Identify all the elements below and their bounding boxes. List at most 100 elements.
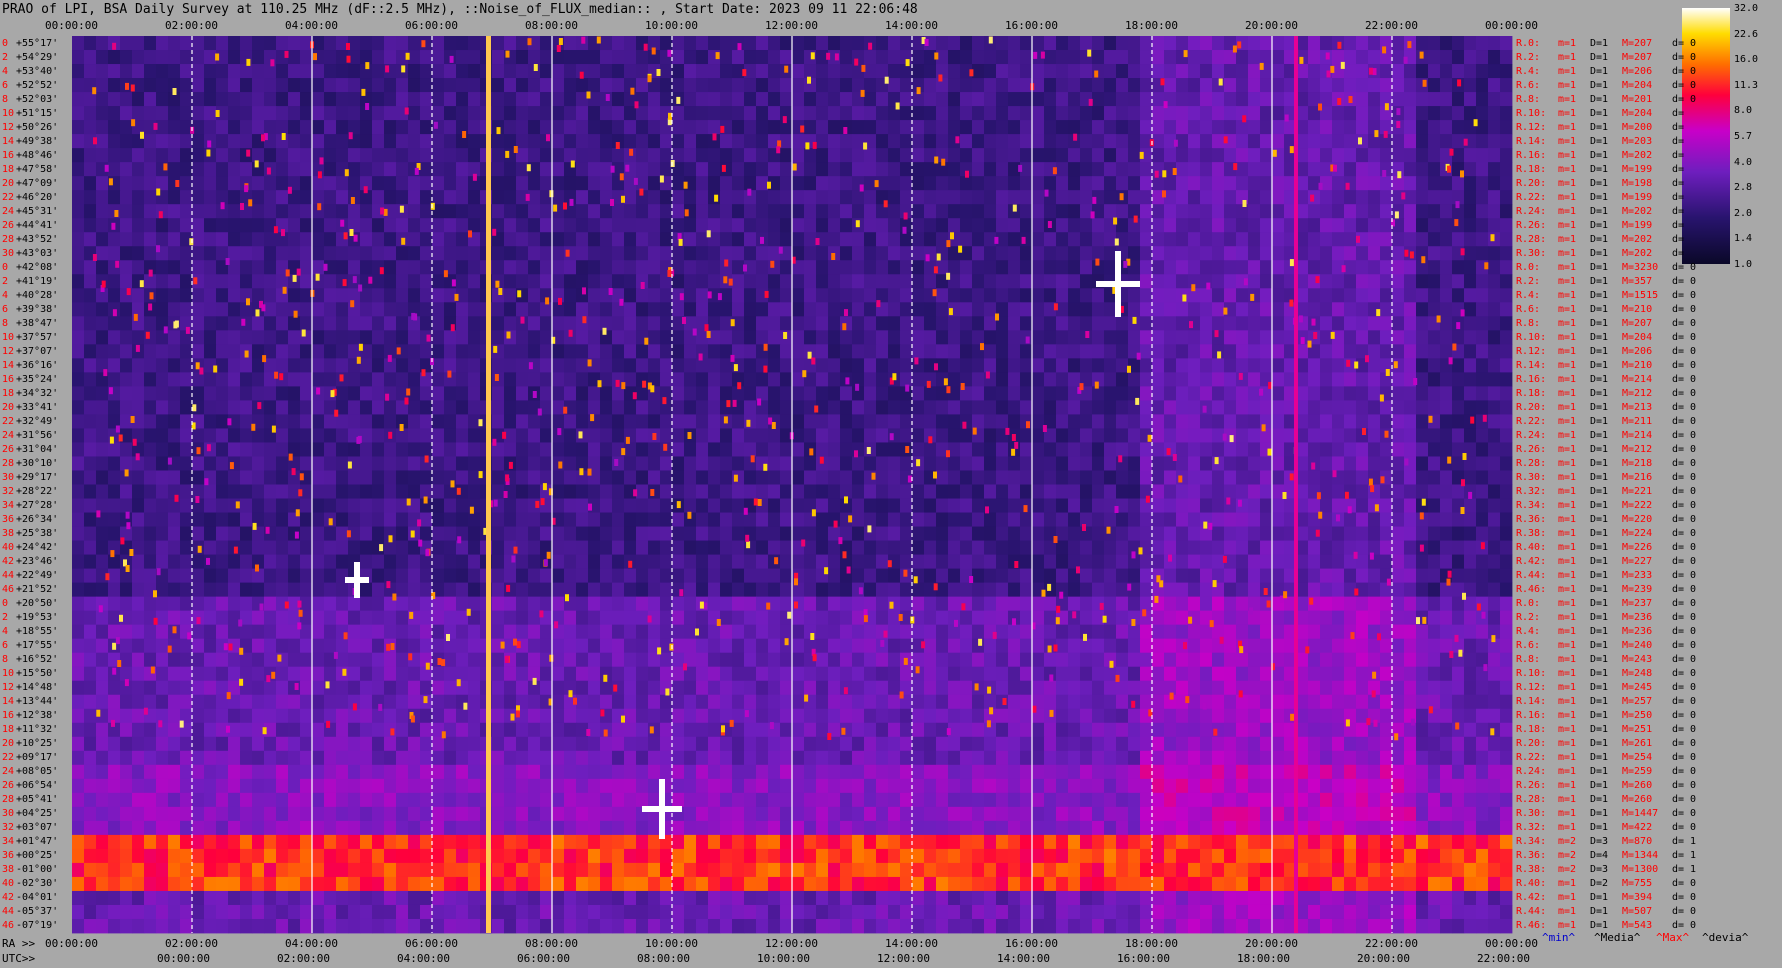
heatmap-cell (1404, 218, 1417, 233)
heatmap-cell (84, 344, 97, 359)
heatmap-cell (1188, 526, 1201, 541)
heatmap-cell (576, 162, 589, 177)
heatmap-cell (468, 484, 481, 499)
heatmap-cell (1404, 554, 1417, 569)
heatmap-cell (1500, 64, 1513, 79)
heatmap-cell (1140, 106, 1153, 121)
heatmap-cell (1044, 36, 1057, 51)
heatmap-cell (1212, 526, 1225, 541)
heatmap-cell (492, 246, 505, 261)
heatmap-cell (1080, 568, 1093, 584)
heatmap-cell (1044, 596, 1057, 612)
heatmap-cell (1188, 50, 1201, 65)
heatmap-cell (228, 106, 241, 121)
heatmap-cell (768, 400, 781, 415)
heatmap-cell (1200, 498, 1213, 513)
heatmap-cell (228, 120, 241, 135)
heatmap-cell (516, 120, 529, 135)
heatmap-cell (1440, 50, 1453, 65)
heatmap-cell (1488, 302, 1501, 317)
heatmap-cell (1320, 288, 1333, 303)
heatmap-cell (204, 414, 217, 429)
heatmap-cell (348, 470, 361, 485)
heatmap-cell (1248, 526, 1261, 541)
heatmap-cell (228, 218, 241, 233)
heatmap-cell (1248, 218, 1261, 233)
heatmap-cell (300, 498, 313, 513)
heatmap-cell (1020, 456, 1033, 471)
heatmap-cell (1452, 176, 1465, 191)
heatmap-cell (180, 554, 193, 569)
heatmap-cell (852, 428, 865, 443)
heatmap-cell (1392, 246, 1405, 261)
heatmap-cell (84, 400, 97, 415)
heatmap-cell (1356, 596, 1369, 612)
heatmap-cell (972, 106, 985, 121)
heatmap-cell (564, 540, 577, 555)
heatmap-cell (996, 120, 1009, 135)
heatmap-cell (1176, 358, 1189, 373)
heatmap-cell (312, 64, 325, 79)
heatmap-cell (1344, 428, 1357, 443)
heatmap-cell (192, 330, 205, 345)
heatmap-cell (1128, 302, 1141, 317)
heatmap-cell (372, 610, 385, 626)
heatmap-cell (288, 78, 301, 93)
heatmap-cell (1224, 442, 1237, 457)
heatmap-cell (1416, 316, 1429, 331)
heatmap-cell (816, 106, 829, 121)
heatmap-cell (888, 288, 901, 303)
heatmap-cell (1164, 358, 1177, 373)
heatmap-cell (1368, 162, 1381, 177)
heatmap-cell (516, 358, 529, 373)
heatmap-cell (756, 442, 769, 457)
heatmap-cell (564, 414, 577, 429)
heatmap-cell (288, 232, 301, 247)
heatmap-cell (552, 190, 565, 205)
heatmap-cell (672, 50, 685, 65)
heatmap-cell (588, 162, 601, 177)
heatmap-cell (1464, 526, 1477, 541)
heatmap-cell (348, 92, 361, 107)
heatmap-cell (696, 134, 709, 149)
heatmap-cell (120, 134, 133, 149)
heatmap-cell (168, 204, 181, 219)
heatmap-cell (624, 470, 637, 485)
heatmap-cell (1200, 344, 1213, 359)
heatmap-cell (1080, 400, 1093, 415)
heatmap-cell (348, 442, 361, 457)
heatmap-cell (252, 316, 265, 331)
heatmap-cell (960, 176, 973, 191)
heatmap-cell (144, 106, 157, 121)
heatmap-cell (624, 596, 637, 612)
heatmap-cell (264, 260, 277, 275)
heatmap-cell (948, 484, 961, 499)
heatmap-cell (600, 148, 613, 163)
heatmap-cell (1476, 554, 1489, 569)
heatmap-cell (612, 64, 625, 79)
heatmap-cell (204, 176, 217, 191)
heatmap-cell (1212, 484, 1225, 499)
heatmap-cell (756, 36, 769, 51)
heatmap-cell (372, 456, 385, 471)
heatmap-cell (732, 442, 745, 457)
heatmap-cell (696, 568, 709, 584)
heatmap-cell (672, 302, 685, 317)
heatmap-cell (300, 274, 313, 289)
heatmap-cell (252, 120, 265, 135)
heatmap-cell (696, 302, 709, 317)
heatmap-cell (948, 330, 961, 345)
heatmap-cell (1080, 120, 1093, 135)
heatmap-cell (1140, 120, 1153, 135)
heatmap-cell (540, 386, 553, 401)
heatmap-cell (636, 428, 649, 443)
heatmap-cell (192, 344, 205, 359)
heatmap-cell (528, 442, 541, 457)
heatmap-cell (852, 246, 865, 261)
heatmap-cell (216, 78, 229, 93)
heatmap-cell (1164, 330, 1177, 345)
heatmap-cell (1176, 218, 1189, 233)
heatmap-cell (540, 512, 553, 527)
heatmap-cell (780, 260, 793, 275)
heatmap-cell (1068, 372, 1081, 387)
